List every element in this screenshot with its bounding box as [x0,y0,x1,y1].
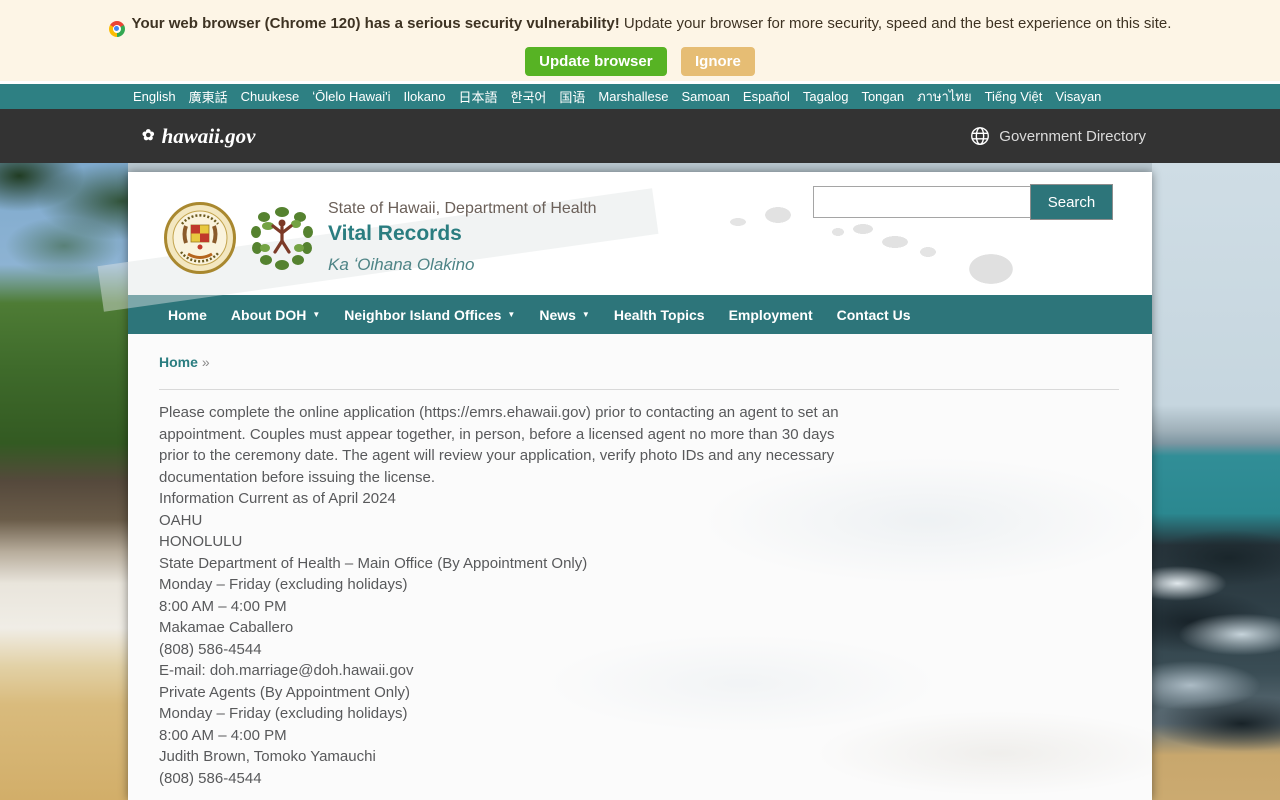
ignore-button[interactable]: Ignore [681,47,755,76]
language-link[interactable]: Tagalog [803,89,849,104]
breadcrumb: Home» [159,354,1121,371]
browser-warning-message: Your web browser (Chrome 120) has a seri… [0,0,1280,37]
update-browser-button[interactable]: Update browser [525,47,666,76]
language-link[interactable]: 한국어 [510,87,546,106]
government-directory-link[interactable]: Government Directory [969,125,1146,147]
content-line: appointment. Couples must appear togethe… [159,424,1121,446]
search-input[interactable] [813,186,1031,218]
content-line: State Department of Health – Main Office… [159,553,1121,575]
language-link[interactable]: ภาษาไทย [917,86,971,107]
chevron-down-icon: ▼ [507,311,515,319]
nav-item[interactable]: Health Topics ▼ [602,295,717,334]
chevron-down-icon: ▼ [312,311,320,319]
beach-photo-right [1152,163,1280,800]
department-of-health-seal [248,204,316,272]
content-line: Monday – Friday (excluding holidays) [159,574,1121,596]
content-line: E-mail: doh.marriage@doh.hawaii.gov [159,660,1121,682]
language-link[interactable]: Samoan [681,89,729,104]
content-line: 8:00 AM – 4:00 PM [159,596,1121,618]
page-background: State of Hawaii, Department of Health Vi… [0,163,1280,800]
government-directory-label: Government Directory [999,128,1146,145]
nav-item-label: News [539,307,576,323]
language-link[interactable]: English [133,89,176,104]
nav-item-label: Neighbor Island Offices [344,307,501,323]
nav-item[interactable]: Employment ▼ [717,295,825,334]
content-line: Monday – Friday (excluding holidays) [159,703,1121,725]
site-card: State of Hawaii, Department of Health Vi… [128,172,1152,800]
content-line: 8:00 AM – 4:00 PM [159,725,1121,747]
content-line: Information Current as of April 2024 [159,488,1121,510]
content-line: prior to the ceremony date. The agent wi… [159,445,1121,467]
content-line: Makamae Caballero [159,617,1121,639]
language-link[interactable]: ʻŌlelo Hawai'i [312,89,390,104]
language-link[interactable]: Tiếng Việt [985,89,1043,104]
content-line: HONOLULU [159,531,1121,553]
hawaii-gov-logo[interactable]: ✿ hawaii.gov [142,124,256,149]
page-title: Vital Records [328,222,597,246]
warning-text-bold: Your web browser (Chrome 120) has a seri… [132,15,620,32]
language-link[interactable]: 日本語 [458,87,497,106]
main-nav: Home ▼ About DOH ▼ Neighbor Island Offic… [128,295,1152,334]
content-divider [159,389,1119,390]
breadcrumb-home-link[interactable]: Home [159,354,198,370]
nav-item[interactable]: Neighbor Island Offices ▼ [332,295,527,334]
search-form: Search [813,184,1113,220]
warning-text: Update your browser for more security, s… [620,15,1172,32]
language-link[interactable]: Marshallese [598,89,668,104]
content-line: (808) 586-4544 [159,768,1121,790]
content-line: Judith Brown, Tomoko Yamauchi [159,746,1121,768]
site-subtitle: Ka ʻOihana Olakino [328,255,597,275]
nav-item[interactable]: Contact Us ▼ [825,295,923,334]
state-of-hawaii-seal [164,202,236,274]
language-link[interactable]: Ilokano [404,89,446,104]
nav-item-label: About DOH [231,307,306,323]
browser-warning-banner: Your web browser (Chrome 120) has a seri… [0,0,1280,81]
site-masthead: State of Hawaii, Department of Health Vi… [128,172,1152,295]
agency-name: State of Hawaii, Department of Health [328,200,597,218]
globe-icon [969,125,991,147]
content-line: Please complete the online application (… [159,402,1121,424]
office-info-text: Please complete the online application (… [159,402,1121,789]
nav-item[interactable]: News ▼ [527,295,602,334]
language-link[interactable]: 廣東話 [189,87,228,106]
nav-item[interactable]: About DOH ▼ [219,295,332,334]
nav-item-label: Home [168,307,207,323]
nav-item-label: Contact Us [837,307,911,323]
content-line: OAHU [159,510,1121,532]
chevron-down-icon: ▼ [582,311,590,319]
language-bar: English 廣東話 Chuukese ʻŌlelo Hawai'i Ilokano 日… [0,84,1280,109]
search-button[interactable]: Search [1030,184,1113,220]
statewide-header: ✿ hawaii.gov Government Directory [0,109,1280,163]
content-line: (808) 586-4544 [159,639,1121,661]
language-link[interactable]: Español [743,89,790,104]
page-content: Home» Please complete the online applica… [128,334,1152,800]
hawaii-gov-label: hawaii.gov [162,124,256,149]
nav-item-label: Employment [729,307,813,323]
language-link[interactable]: Visayan [1055,89,1101,104]
language-link[interactable]: 国语 [559,87,585,106]
content-line: Private Agents (By Appointment Only) [159,682,1121,704]
beach-photo-left [0,163,128,800]
language-link[interactable]: Chuukese [241,89,300,104]
content-line: documentation before issuing the license… [159,467,1121,489]
hibiscus-icon: ✿ [142,129,155,144]
chrome-icon [109,21,125,37]
nav-item-label: Health Topics [614,307,705,323]
language-link[interactable]: Tongan [861,89,904,104]
breadcrumb-separator: » [202,354,210,370]
